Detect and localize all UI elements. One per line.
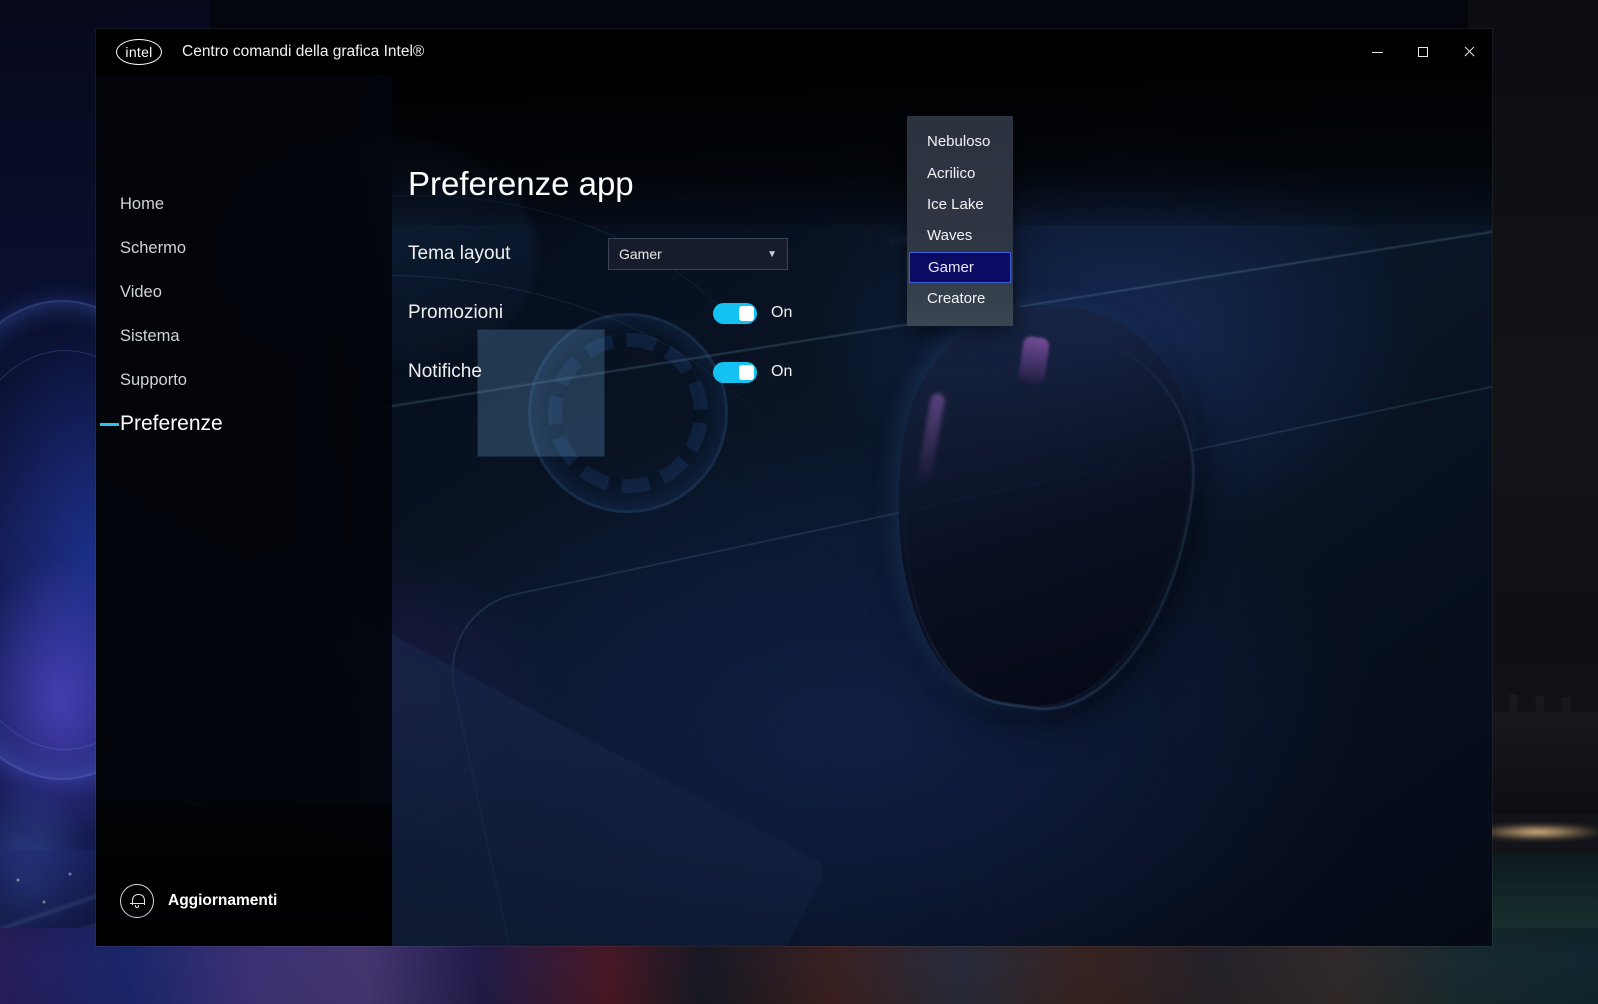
maximize-icon — [1418, 47, 1428, 57]
setting-row-notifiche: Notifiche On — [408, 352, 1468, 392]
sidebar-item-label: Home — [120, 194, 165, 213]
app-title: Centro comandi della grafica Intel® — [182, 43, 425, 60]
sidebar-item-label: Supporto — [120, 370, 187, 389]
updates-button[interactable]: Aggiornamenti — [120, 884, 277, 918]
window-controls — [1354, 29, 1492, 75]
menu-item-gamer[interactable]: Gamer — [909, 251, 1011, 283]
active-indicator — [100, 423, 119, 426]
sidebar-item-label: Video — [120, 282, 162, 301]
sidebar-item-label: Sistema — [120, 326, 180, 345]
sidebar-nav: Home Schermo Video Sistema Supporto Pref… — [96, 182, 392, 446]
sidebar-item-sistema[interactable]: Sistema — [96, 314, 392, 358]
sidebar-item-label: Schermo — [120, 238, 187, 257]
intel-logo-icon: intel — [116, 39, 162, 65]
application-window: intel Centro comandi della grafica Intel… — [96, 29, 1492, 946]
menu-item-label: Gamer — [928, 258, 974, 276]
minimize-button[interactable] — [1354, 29, 1400, 75]
menu-item-label: Acrilico — [927, 164, 976, 182]
chevron-down-icon: ▼ — [767, 248, 777, 260]
toggle-knob — [739, 305, 754, 321]
notifiche-toggle-state: On — [771, 363, 793, 380]
sidebar: Home Schermo Video Sistema Supporto Pref… — [96, 75, 392, 946]
menu-item-waves[interactable]: Waves — [907, 220, 1013, 251]
page-title: Preferenze app — [408, 165, 634, 202]
sidebar-item-home[interactable]: Home — [96, 182, 392, 226]
menu-item-label: Ice Lake — [927, 195, 984, 213]
setting-label-tema-layout: Tema layout — [408, 243, 511, 264]
menu-item-label: Creatore — [927, 290, 986, 308]
setting-label-notifiche: Notifiche — [408, 361, 482, 382]
sidebar-item-label: Preferenze — [120, 412, 223, 435]
theme-layout-menu: Nebuloso Acrilico Ice Lake Waves Gamer C… — [907, 116, 1013, 327]
promozioni-toggle[interactable] — [713, 302, 757, 324]
menu-item-acrilico[interactable]: Acrilico — [907, 157, 1013, 188]
theme-layout-dropdown[interactable]: Gamer ▼ — [608, 238, 788, 270]
content-area: Preferenze app Tema layout Gamer ▼ Promo… — [392, 75, 1492, 946]
menu-item-label: Nebuloso — [927, 133, 991, 151]
close-button[interactable] — [1446, 29, 1492, 75]
promozioni-toggle-state: On — [771, 304, 793, 321]
toggle-knob — [739, 364, 754, 380]
notifiche-toggle[interactable] — [713, 361, 757, 383]
menu-item-label: Waves — [927, 227, 973, 245]
maximize-button[interactable] — [1400, 29, 1446, 75]
sidebar-item-video[interactable]: Video — [96, 270, 392, 314]
close-icon — [1463, 46, 1475, 58]
menu-item-ice-lake[interactable]: Ice Lake — [907, 189, 1013, 220]
title-bar: intel Centro comandi della grafica Intel… — [96, 29, 1492, 75]
setting-label-promozioni: Promozioni — [408, 302, 504, 323]
building-silhouette — [1478, 694, 1598, 814]
bell-icon — [120, 884, 154, 918]
sidebar-item-supporto[interactable]: Supporto — [96, 358, 392, 402]
intel-logo-text: intel — [125, 44, 153, 60]
notifiche-toggle-group: On — [713, 361, 793, 383]
menu-item-nebuloso[interactable]: Nebuloso — [907, 126, 1013, 157]
sidebar-item-preferenze[interactable]: Preferenze — [96, 402, 392, 446]
theme-layout-value: Gamer — [619, 246, 662, 262]
menu-item-creatore[interactable]: Creatore — [907, 283, 1013, 314]
minimize-icon — [1371, 51, 1383, 53]
updates-label: Aggiornamenti — [168, 892, 278, 909]
sidebar-item-schermo[interactable]: Schermo — [96, 226, 392, 270]
promozioni-toggle-group: On — [713, 302, 793, 324]
